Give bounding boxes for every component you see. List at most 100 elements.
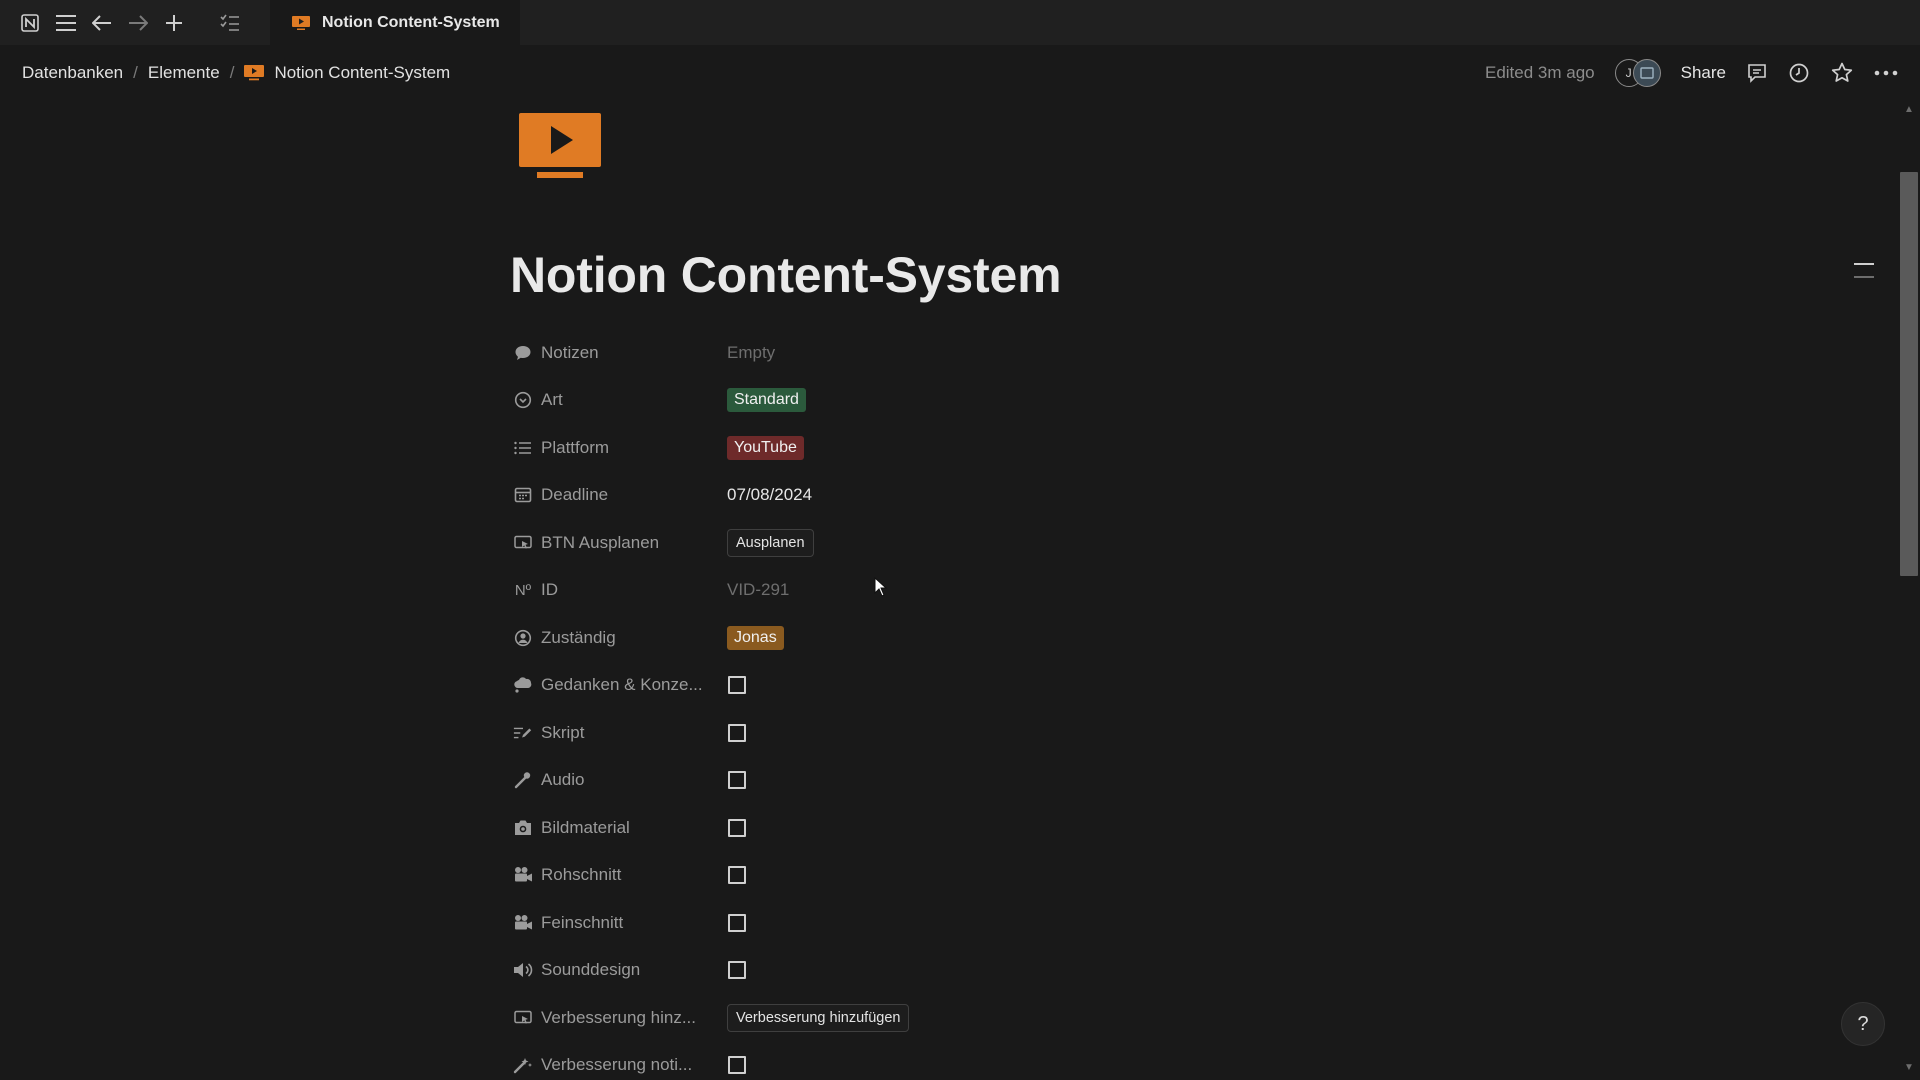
avatar-group[interactable]: J xyxy=(1614,59,1661,87)
speaker-icon xyxy=(513,961,533,979)
help-button[interactable]: ? xyxy=(1841,1002,1885,1046)
checkbox[interactable] xyxy=(728,771,746,790)
property-row-art[interactable]: Art Standard xyxy=(513,377,1413,425)
checkbox[interactable] xyxy=(728,1056,746,1075)
breadcrumb-separator: / xyxy=(133,63,138,82)
property-row-skript[interactable]: Skript xyxy=(513,709,1413,757)
scroll-down-arrow-icon[interactable]: ▼ xyxy=(1904,1062,1914,1073)
video-play-icon xyxy=(244,65,265,81)
table-of-contents-indicator[interactable] xyxy=(1854,263,1874,289)
property-row-btn-ausplanen[interactable]: BTN Ausplanen Ausplanen xyxy=(513,519,1413,567)
property-row-gedanken[interactable]: Gedanken & Konze... xyxy=(513,662,1413,710)
new-tab-plus-icon[interactable] xyxy=(156,0,192,45)
page-icon[interactable] xyxy=(519,113,601,184)
breadcrumb-item-elemente[interactable]: Elemente xyxy=(148,63,220,83)
property-row-verbesserung-hinzufuegen[interactable]: Verbesserung hinz... Verbesserung hinzuf… xyxy=(513,994,1413,1042)
property-row-verbesserung-notiert[interactable]: Verbesserung noti... xyxy=(513,1042,1413,1080)
mouse-cursor-icon xyxy=(874,576,888,602)
checkbox[interactable] xyxy=(728,818,746,837)
person-tag-jonas[interactable]: Jonas xyxy=(727,625,784,650)
breadcrumb-separator: / xyxy=(229,63,235,82)
property-row-feinschnitt[interactable]: Feinschnitt xyxy=(513,899,1413,947)
checkbox[interactable] xyxy=(728,866,746,885)
video-camera-icon xyxy=(513,914,533,932)
scrollbar-thumb[interactable] xyxy=(1900,172,1918,576)
button-cursor-icon xyxy=(513,1010,533,1026)
property-name: Zuständig xyxy=(541,627,616,647)
favorite-star-icon[interactable] xyxy=(1830,61,1854,85)
checkbox[interactable] xyxy=(728,723,746,742)
select-tag-standard[interactable]: Standard xyxy=(727,388,806,413)
property-row-notizen[interactable]: Notizen Empty xyxy=(513,329,1413,377)
property-name: Sounddesign xyxy=(541,960,641,980)
script-pen-icon xyxy=(513,725,533,741)
tab-notion-content-system[interactable]: Notion Content-System xyxy=(270,0,520,45)
header-tools: Edited 3m ago J Share xyxy=(1485,59,1898,87)
status-icon xyxy=(513,391,533,409)
calendar-icon xyxy=(513,486,533,504)
property-row-deadline[interactable]: Deadline 07/08/2024 xyxy=(513,472,1413,520)
notion-logo-icon[interactable] xyxy=(12,0,48,45)
verbesserung-hinzufuegen-button[interactable]: Verbesserung hinzufügen xyxy=(727,1003,910,1032)
thought-bubble-icon xyxy=(513,676,533,694)
property-name: Audio xyxy=(541,770,585,790)
menu-icon[interactable] xyxy=(48,0,84,45)
checklist-icon[interactable] xyxy=(212,0,248,45)
property-row-audio[interactable]: Audio xyxy=(513,757,1413,805)
property-name: Art xyxy=(541,390,563,410)
select-tag-youtube[interactable]: YouTube xyxy=(727,435,804,460)
property-row-zustaendig[interactable]: Zuständig Jonas xyxy=(513,614,1413,662)
comment-icon xyxy=(513,344,533,362)
button-cursor-icon xyxy=(513,535,533,551)
comments-icon[interactable] xyxy=(1746,62,1768,84)
video-play-icon xyxy=(292,15,310,30)
property-name: Rohschnitt xyxy=(541,865,622,885)
property-name: Verbesserung hinz... xyxy=(541,1007,696,1027)
checkbox[interactable] xyxy=(728,961,746,980)
page-title[interactable]: Notion Content-System xyxy=(510,246,1062,304)
microphone-icon xyxy=(513,771,533,789)
share-button[interactable]: Share xyxy=(1681,63,1726,83)
checkbox[interactable] xyxy=(728,913,746,932)
property-name: Skript xyxy=(541,722,585,742)
edited-timestamp: Edited 3m ago xyxy=(1484,63,1595,82)
breadcrumb-item-current[interactable]: Notion Content-System xyxy=(244,63,450,83)
properties-list: Notizen Empty Art Standard Plattform You… xyxy=(513,329,1413,1080)
history-clock-icon[interactable] xyxy=(1788,62,1810,84)
scroll-up-arrow-icon[interactable]: ▲ xyxy=(1904,104,1914,115)
ausplanen-button[interactable]: Ausplanen xyxy=(727,528,814,557)
number-icon: Nº xyxy=(514,581,532,599)
property-name: Bildmaterial xyxy=(541,817,630,837)
id-value: VID-291 xyxy=(727,580,790,600)
list-icon xyxy=(513,440,533,456)
property-name: Feinschnitt xyxy=(541,912,624,932)
property-row-bildmaterial[interactable]: Bildmaterial xyxy=(513,804,1413,852)
person-icon xyxy=(513,629,533,647)
tab-title: Notion Content-System xyxy=(322,13,500,31)
property-name: ID xyxy=(541,580,558,600)
avatar-icon xyxy=(1632,59,1661,87)
breadcrumb: Datenbanken / Elemente / Notion Content-… xyxy=(22,63,450,83)
property-name: BTN Ausplanen xyxy=(541,532,660,552)
checkbox[interactable] xyxy=(728,676,746,695)
more-options-icon[interactable] xyxy=(1874,69,1898,77)
breadcrumb-item-datenbanken[interactable]: Datenbanken xyxy=(22,63,123,83)
magic-wand-icon xyxy=(513,1056,533,1074)
forward-arrow-icon[interactable] xyxy=(120,0,156,45)
property-name: Gedanken & Konze... xyxy=(541,675,703,695)
property-name: Verbesserung noti... xyxy=(541,1055,693,1075)
property-value-empty[interactable]: Empty xyxy=(727,343,775,363)
property-row-plattform[interactable]: Plattform YouTube xyxy=(513,424,1413,472)
page-header: Datenbanken / Elemente / Notion Content-… xyxy=(0,45,1920,101)
property-row-id[interactable]: Nº ID VID-291 xyxy=(513,567,1413,615)
property-name: Plattform xyxy=(541,437,610,457)
property-row-sounddesign[interactable]: Sounddesign xyxy=(513,947,1413,995)
date-value[interactable]: 07/08/2024 xyxy=(727,485,812,505)
camera-icon xyxy=(513,819,533,836)
video-camera-icon xyxy=(513,866,533,884)
property-name: Deadline xyxy=(541,485,609,505)
breadcrumb-current-label: Notion Content-System xyxy=(274,63,451,82)
property-row-rohschnitt[interactable]: Rohschnitt xyxy=(513,852,1413,900)
back-arrow-icon[interactable] xyxy=(84,0,120,45)
property-name: Notizen xyxy=(541,342,599,362)
